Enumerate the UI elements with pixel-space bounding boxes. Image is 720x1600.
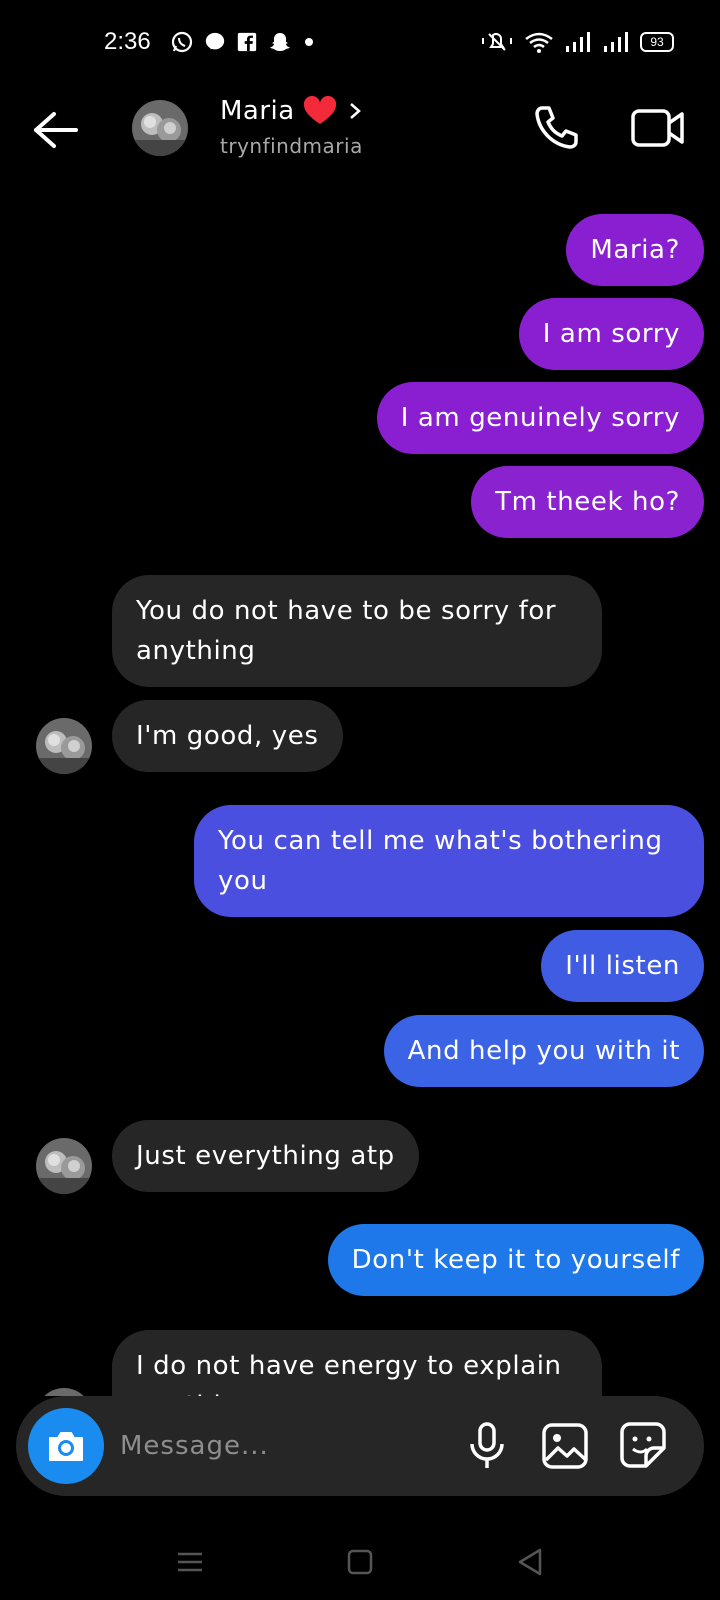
back-arrow-icon [34, 112, 78, 148]
outgoing-message[interactable]: Don't keep it to yourself [327, 1224, 704, 1296]
voice-call-button[interactable] [532, 102, 582, 152]
sender-avatar[interactable] [36, 1388, 92, 1396]
contact-name-row[interactable]: Maria [220, 96, 365, 126]
facebook-icon [237, 32, 257, 52]
status-bar: 2:36 93 [0, 0, 720, 90]
chevron-right-icon [349, 103, 361, 119]
outgoing-message[interactable]: I am sorry [518, 298, 704, 370]
contact-name: Maria [220, 96, 295, 126]
outgoing-message[interactable]: Maria? [566, 214, 704, 286]
incoming-message[interactable]: I do not have energy to explain anything [112, 1330, 602, 1396]
outgoing-message[interactable]: I'll listen [541, 930, 704, 1002]
sender-avatar[interactable] [36, 1138, 92, 1194]
snapchat-icon [270, 33, 290, 51]
outgoing-message[interactable]: And help you with it [383, 1015, 704, 1087]
incoming-message[interactable]: Just everything atp [112, 1120, 419, 1192]
image-icon [542, 1423, 588, 1469]
message-input[interactable] [120, 1426, 440, 1466]
heart-icon [303, 96, 336, 124]
gallery-button[interactable] [540, 1420, 590, 1472]
signal-icon [566, 32, 590, 52]
microphone-icon [470, 1422, 504, 1468]
incoming-message[interactable]: I'm good, yes [112, 700, 343, 772]
signal-icon [604, 32, 628, 52]
system-nav-bar [0, 1520, 720, 1600]
mute-icon [482, 33, 512, 51]
outgoing-message[interactable]: I am genuinely sorry [376, 382, 704, 454]
recents-button[interactable] [172, 1544, 208, 1580]
outgoing-message[interactable]: You can tell me what's bothering you [194, 805, 704, 917]
voice-message-button[interactable] [462, 1420, 512, 1472]
sticker-icon [620, 1422, 666, 1468]
battery-indicator: 93 [640, 32, 674, 52]
video-camera-icon [631, 109, 684, 147]
contact-avatar[interactable] [132, 100, 188, 156]
status-time: 2:36 [104, 28, 151, 55]
messenger-icon [205, 32, 225, 50]
message-composer [16, 1396, 704, 1496]
back-triangle-icon [518, 1548, 542, 1576]
notification-icons [170, 30, 316, 54]
outgoing-message[interactable]: Tm theek ho? [471, 466, 704, 538]
phone-icon [535, 106, 578, 149]
sender-avatar[interactable] [36, 718, 92, 774]
sticker-button[interactable] [618, 1420, 668, 1472]
menu-icon [178, 1552, 202, 1572]
home-square-icon [347, 1549, 373, 1575]
system-icons: 93 [480, 30, 674, 54]
dot-icon [305, 38, 313, 46]
home-button[interactable] [342, 1544, 378, 1580]
back-nav-button[interactable] [512, 1544, 548, 1580]
contact-handle: trynfindmaria [220, 134, 363, 158]
back-button[interactable] [30, 108, 80, 152]
video-call-button[interactable] [630, 104, 686, 152]
camera-button[interactable] [28, 1408, 104, 1484]
message-thread[interactable]: Maria? I am sorry I am genuinely sorry T… [0, 200, 720, 1396]
incoming-message[interactable]: You do not have to be sorry for anything [112, 575, 602, 687]
chat-header: Maria trynfindmaria [0, 90, 720, 170]
camera-icon [49, 1432, 83, 1461]
whatsapp-icon [171, 31, 193, 53]
wifi-icon [525, 32, 553, 53]
